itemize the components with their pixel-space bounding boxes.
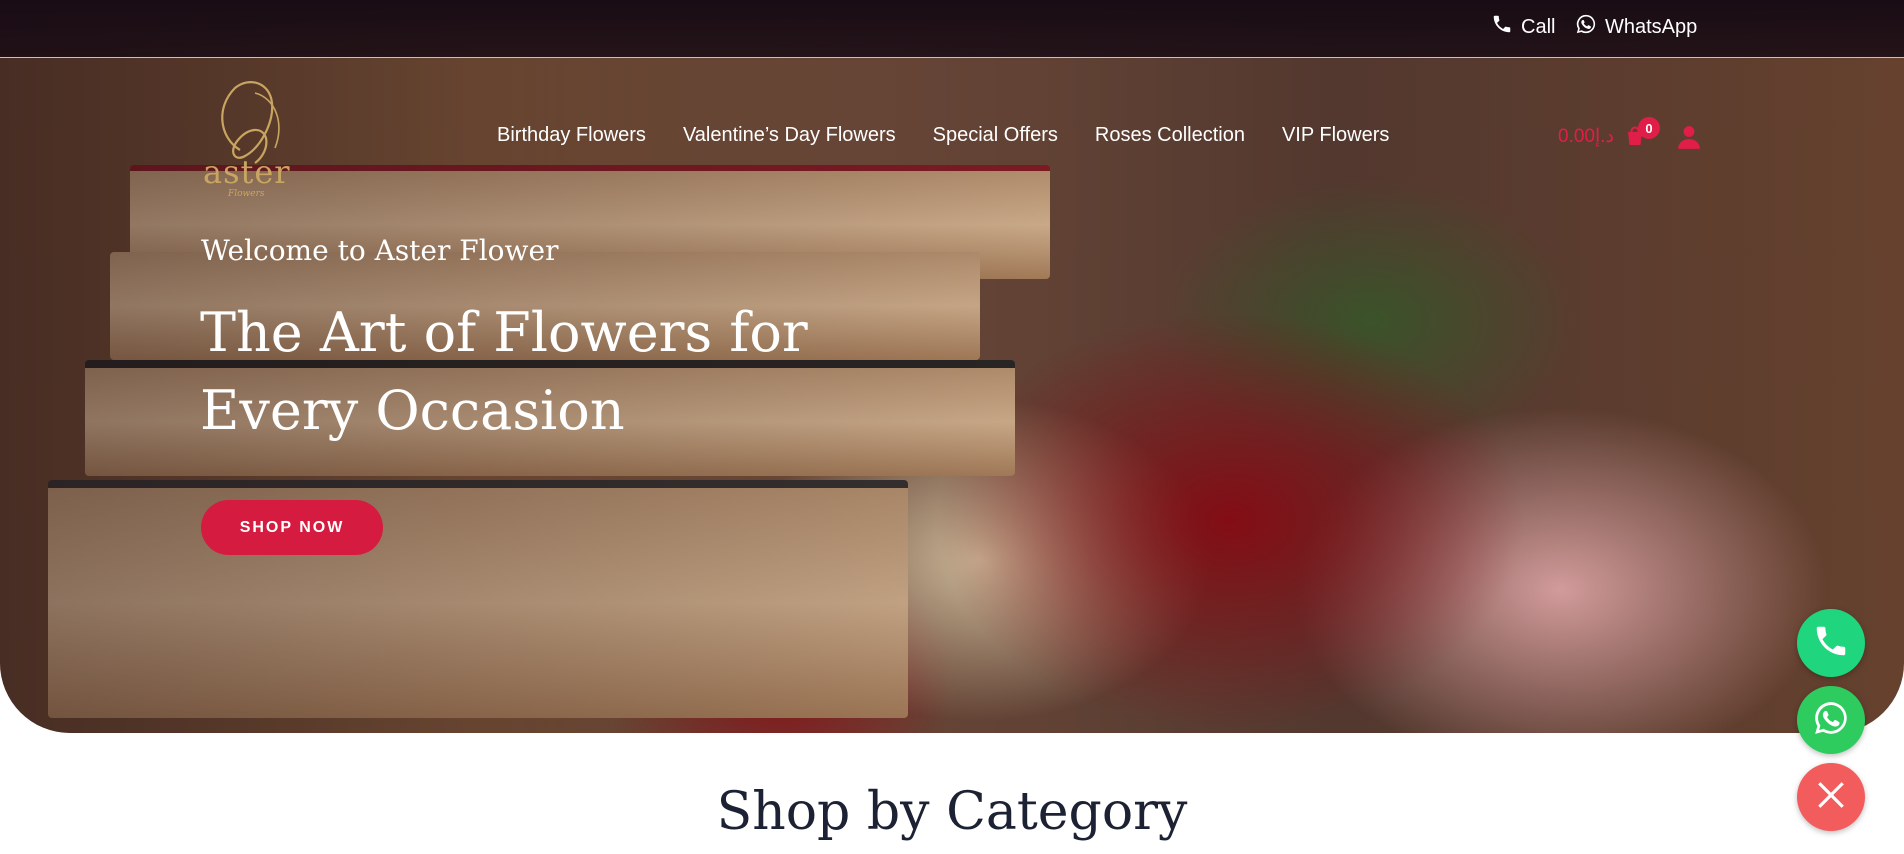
hero-welcome-text: Welcome to Aster Flower (201, 234, 559, 267)
call-link[interactable]: Call (1491, 13, 1555, 41)
main-nav: Birthday Flowers Valentine’s Day Flowers… (497, 124, 1426, 147)
top-bar: Call WhatsApp (0, 0, 1904, 58)
cart-count-badge: 0 (1638, 117, 1660, 139)
phone-icon (1491, 13, 1513, 41)
whatsapp-link[interactable]: WhatsApp (1575, 13, 1697, 41)
whatsapp-label: WhatsApp (1605, 15, 1698, 38)
whatsapp-icon (1575, 13, 1597, 41)
nav-special-offers[interactable]: Special Offers (933, 124, 1058, 147)
logo-wordmark: aster (203, 153, 291, 191)
phone-icon (1812, 622, 1850, 665)
cart-total-value: 0.00 (1558, 126, 1595, 147)
user-icon[interactable] (1676, 124, 1702, 150)
nav-vip-flowers[interactable]: VIP Flowers (1282, 124, 1389, 147)
nav-birthday-flowers[interactable]: Birthday Flowers (497, 124, 646, 147)
nav-valentines-flowers[interactable]: Valentine’s Day Flowers (683, 124, 896, 147)
cart-currency: د.إ (1594, 126, 1615, 147)
hero-headline: The Art of Flowers for Every Occasion (200, 301, 808, 442)
shop-now-button[interactable]: SHOP NOW (201, 500, 383, 555)
floating-call-button[interactable] (1797, 609, 1865, 677)
floating-close-button[interactable] (1797, 763, 1865, 831)
logo-subtitle: Flowers (228, 189, 265, 199)
close-icon (1812, 776, 1850, 819)
shop-by-category-title: Shop by Category (716, 782, 1188, 842)
whatsapp-icon (1812, 699, 1850, 742)
cart-total[interactable]: 0.00د.إ (1558, 125, 1614, 148)
nav-roses-collection[interactable]: Roses Collection (1095, 124, 1245, 147)
floating-whatsapp-button[interactable] (1797, 686, 1865, 754)
call-label: Call (1521, 15, 1556, 38)
